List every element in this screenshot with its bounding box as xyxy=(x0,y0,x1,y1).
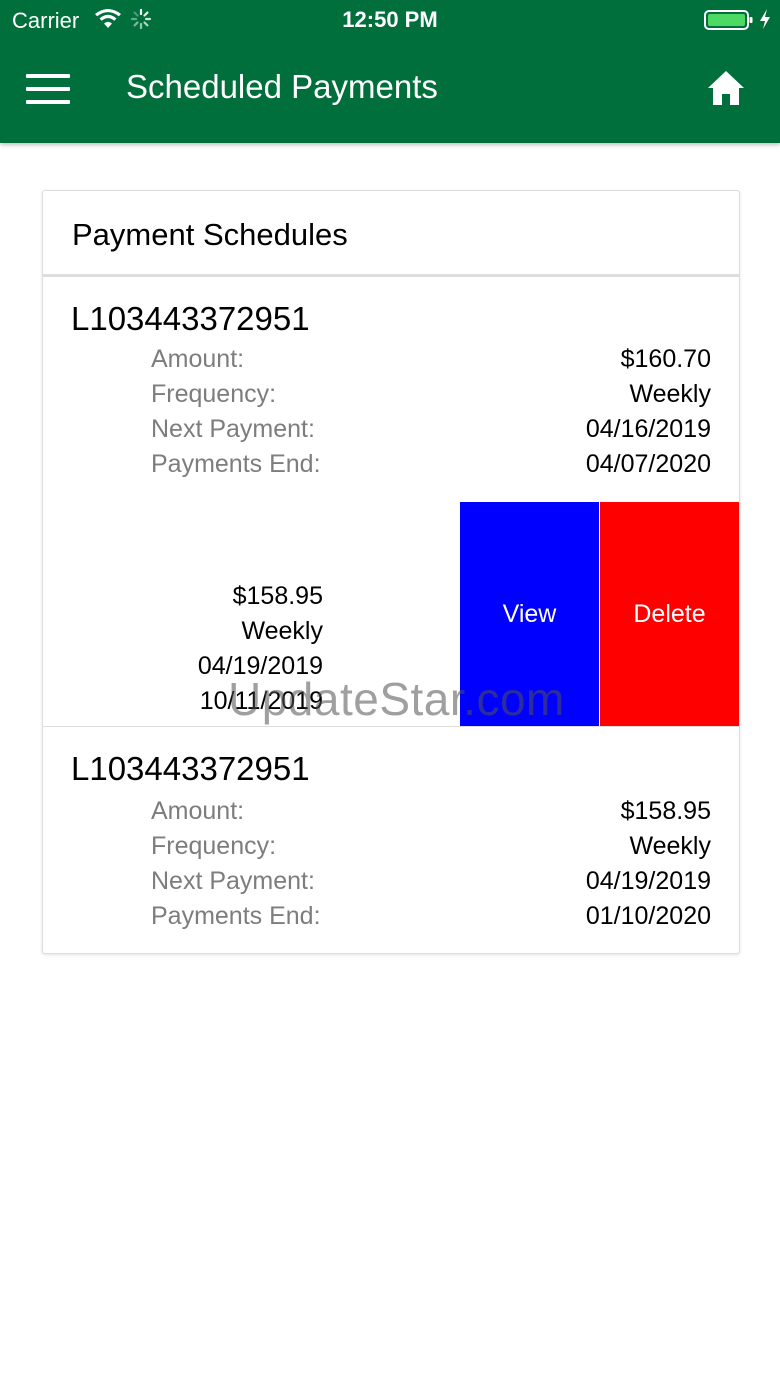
status-bar: Carrier 12:50 PM xyxy=(0,0,780,40)
frequency-label: Frequency: xyxy=(151,832,277,860)
next-payment-label: Next Payment: xyxy=(151,415,315,443)
hamburger-menu-icon[interactable] xyxy=(26,74,70,104)
frequency-label: Frequency: xyxy=(151,380,277,408)
payments-end-label: Payments End: xyxy=(151,450,321,478)
card-header: Payment Schedules xyxy=(43,191,739,277)
frequency-row: Frequency: Weekly xyxy=(43,832,739,866)
amount-value: $158.95 xyxy=(232,582,323,610)
amount-row: Amount: $160.70 xyxy=(43,345,739,379)
payment-schedules-card: Payment Schedules L103443372951 Amount: … xyxy=(42,190,740,954)
delete-button-label: Delete xyxy=(633,600,706,628)
next-payment-row: Next Payment: 04/19/2019 xyxy=(43,652,351,686)
payments-end-value: 01/10/2020 xyxy=(585,902,711,930)
amount-label: Amount: xyxy=(151,797,245,825)
next-payment-label: Next Payment: xyxy=(151,867,315,895)
next-payment-value: 04/16/2019 xyxy=(585,415,711,443)
payments-end-label: Payments End: xyxy=(151,902,321,930)
amount-row: Amount: $158.95 xyxy=(43,797,739,831)
next-payment-row: Next Payment: 04/16/2019 xyxy=(43,415,739,449)
view-button[interactable]: View xyxy=(460,502,599,726)
frequency-value: Weekly xyxy=(241,617,323,645)
status-time: 12:50 PM xyxy=(342,7,438,32)
view-button-label: View xyxy=(502,600,557,628)
charging-bolt-icon xyxy=(760,9,770,29)
payments-end-row: Payments End: 10/11/2019 xyxy=(43,687,351,721)
next-payment-value: 04/19/2019 xyxy=(585,867,711,895)
amount-row: Amount: $158.95 xyxy=(43,582,351,616)
schedule-list-item[interactable]: L103443372951 Amount: $160.70 Frequency:… xyxy=(43,278,739,503)
battery-icon xyxy=(704,10,753,30)
payments-end-row: Payments End: 04/07/2020 xyxy=(43,450,739,484)
frequency-row: Frequency: Weekly xyxy=(43,617,351,651)
next-payment-row: Next Payment: 04/19/2019 xyxy=(43,867,739,901)
next-payment-value: 04/19/2019 xyxy=(197,652,323,680)
frequency-row: Frequency: Weekly xyxy=(43,380,739,414)
payments-end-value: 10/11/2019 xyxy=(199,687,323,715)
amount-label: Amount: xyxy=(151,345,245,373)
home-icon[interactable] xyxy=(707,70,745,106)
payments-end-value: 04/07/2020 xyxy=(585,450,711,478)
schedule-list-item[interactable]: L103443372951 Amount: $158.95 Frequency:… xyxy=(43,728,739,952)
amount-value: $160.70 xyxy=(620,345,711,373)
amount-value: $158.95 xyxy=(620,797,711,825)
loan-id: L103443372951 xyxy=(71,750,310,787)
schedule-list-item-swiped[interactable]: Amount: $158.95 Frequency: Weekly Next P… xyxy=(43,502,739,727)
frequency-value: Weekly xyxy=(629,380,711,408)
card-title: Payment Schedules xyxy=(72,217,348,252)
swiped-item-content[interactable]: Amount: $158.95 Frequency: Weekly Next P… xyxy=(43,502,351,726)
app-header: Carrier 12:50 PM Scheduled Payments xyxy=(0,0,780,143)
delete-button[interactable]: Delete xyxy=(600,502,739,726)
payments-end-row: Payments End: 01/10/2020 xyxy=(43,902,739,936)
frequency-value: Weekly xyxy=(629,832,711,860)
loan-id: L103443372951 xyxy=(71,300,310,337)
page-title: Scheduled Payments xyxy=(126,68,438,105)
